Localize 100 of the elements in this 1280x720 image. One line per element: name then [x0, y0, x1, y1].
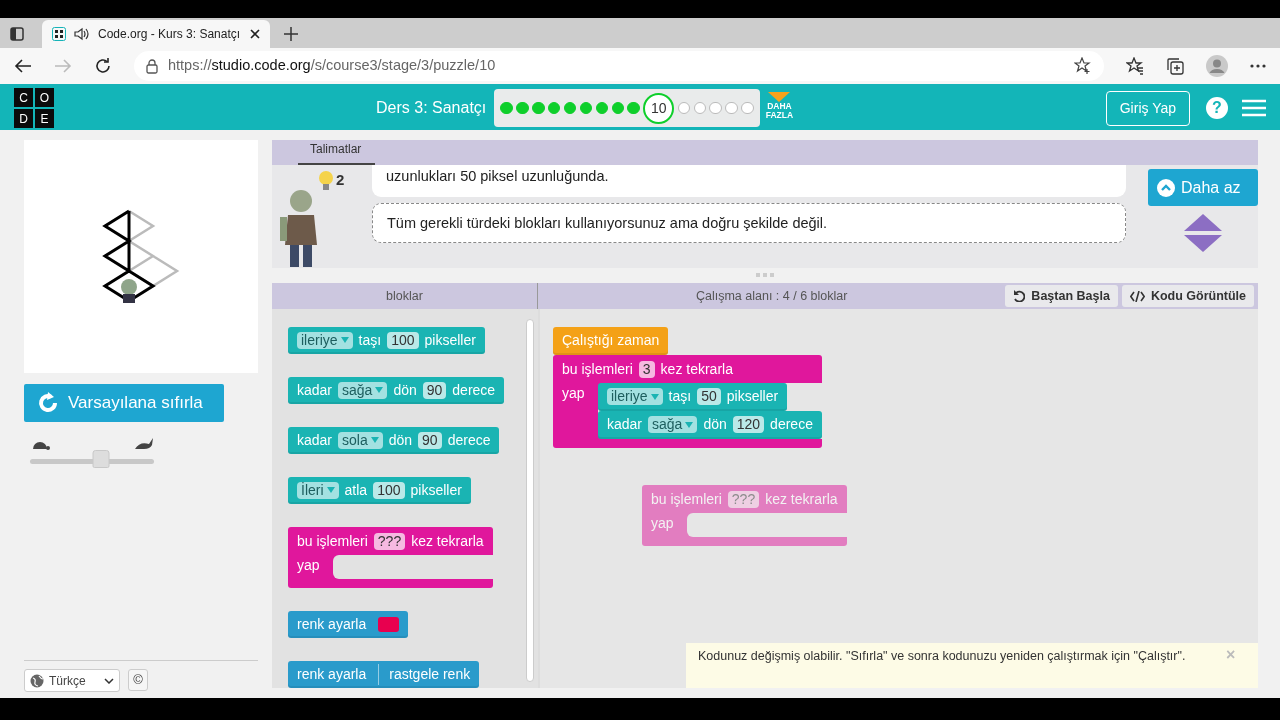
block-label: yap [650, 514, 675, 533]
code-block[interactable]: kadar sola dön 90 derece [288, 427, 500, 454]
speed-slider[interactable] [30, 450, 154, 470]
resize-handle-icon[interactable] [756, 273, 774, 278]
back-icon[interactable] [14, 58, 32, 74]
loop-block[interactable]: bu işlemleri 3 kez tekrarla yap ileriye taşı 50 pikseller kadar sağa dön 120 derece [553, 355, 822, 448]
reload-icon[interactable] [94, 57, 112, 75]
block-label: dön [393, 380, 417, 400]
logo-letter: D [14, 109, 33, 128]
favorites-icon[interactable] [1126, 57, 1144, 75]
scrollbar[interactable] [526, 319, 534, 682]
code-block[interactable]: kadar sağa dön 120 derece [598, 411, 822, 439]
close-icon[interactable] [250, 29, 260, 39]
code-icon [1129, 290, 1145, 302]
progress-dot[interactable] [595, 101, 609, 115]
number-field[interactable]: 50 [697, 388, 721, 405]
progress-dot[interactable] [579, 101, 593, 115]
code-block[interactable]: ileriye taşı 100 pikseller [288, 327, 485, 354]
url-text: https://studio.code.org/s/course3/stage/3/puzzle/10 [168, 56, 496, 76]
reset-icon [36, 391, 60, 415]
globe-icon [30, 673, 44, 688]
language-select[interactable]: Türkçe [24, 669, 120, 692]
tab-actions-icon[interactable] [8, 25, 26, 43]
number-field[interactable]: 100 [387, 331, 419, 349]
address-bar[interactable]: https://studio.code.org/s/course3/stage/3/puzzle/10 [134, 51, 1104, 81]
notice-text: Kodunuz değişmiş olabilir. "Sıfırla" ve sonra kodunuzu yeniden çalıştırmak için "Çalıştır". [698, 648, 1187, 665]
loop-block[interactable]: bu işlemleri ??? kez tekrarla yap [288, 527, 493, 588]
code-block[interactable]: kadar sağa dön 90 derece [288, 377, 505, 404]
speaker-icon [74, 27, 90, 41]
number-field[interactable]: 100 [373, 481, 405, 499]
color-swatch[interactable] [378, 616, 400, 632]
dropdown-arrow-icon [370, 437, 379, 443]
progress-dot[interactable] [500, 101, 513, 115]
more-icon[interactable] [1250, 64, 1266, 68]
forward-icon[interactable] [54, 58, 72, 74]
block-label: kez tekrarla [411, 532, 484, 551]
progress-dot[interactable] [611, 101, 624, 115]
block-label: kez tekrarla [765, 490, 838, 509]
progress-dot[interactable] [532, 101, 545, 115]
block-label: derece [447, 430, 491, 450]
code-block[interactable]: ileriye taşı 50 pikseller [598, 383, 788, 411]
dropdown-field[interactable]: İleri [297, 481, 339, 499]
progress-dot[interactable] [547, 101, 561, 115]
block-label: dön [703, 415, 727, 434]
start-over-button[interactable]: Baştan Başla [1005, 285, 1118, 307]
block-label: derece [770, 415, 813, 434]
block-label: yap [561, 384, 586, 403]
progress-dot[interactable] [693, 101, 707, 115]
code-block[interactable]: İleri atla 100 pikseller [288, 477, 471, 504]
collections-icon[interactable] [1166, 57, 1184, 75]
dropdown-field[interactable]: sağa [338, 381, 388, 399]
dropdown-field[interactable]: ileriye [297, 331, 353, 349]
progress-dot[interactable] [725, 101, 738, 115]
lock-icon [146, 58, 158, 74]
block-label: kez tekrarla [660, 360, 733, 379]
number-field[interactable]: 90 [418, 431, 442, 449]
block-label: pikseller [424, 330, 476, 350]
progress-dot[interactable] [677, 101, 691, 115]
chevron-icon [104, 677, 114, 684]
dropdown-arrow-icon [685, 421, 694, 428]
dropdown-field[interactable]: sağa [648, 416, 698, 433]
block-label: taşı [358, 330, 382, 350]
progress-dot[interactable] [516, 101, 529, 115]
new-tab-icon[interactable] [284, 27, 298, 41]
number-field[interactable]: 120 [732, 416, 765, 433]
browser-tab[interactable]: Code.org - Kurs 3: Sanatçı [42, 20, 270, 48]
progress-dot[interactable] [563, 101, 577, 115]
number-field[interactable]: 3 [638, 361, 655, 378]
scroll-arrows-icon[interactable] [1184, 214, 1222, 252]
dropdown-field[interactable]: sola [338, 431, 383, 449]
dropdown-arrow-icon [650, 393, 659, 400]
block-label: yap [296, 556, 321, 575]
profile-icon[interactable] [1206, 55, 1228, 77]
toolbox-title: bloklar [386, 287, 423, 305]
add-favorite-icon[interactable] [1074, 57, 1092, 75]
block-label: Çalıştığı zaman [562, 331, 660, 350]
tab-title: Code.org - Kurs 3: Sanatçı [98, 26, 242, 43]
undo-icon [1013, 290, 1026, 302]
show-code-button[interactable]: Kodu Görüntüle [1121, 285, 1254, 307]
dropdown-arrow-icon [375, 387, 384, 393]
copyright-button[interactable]: © [128, 669, 148, 691]
number-field[interactable]: ??? [373, 533, 406, 550]
logo-letter: O [35, 88, 54, 107]
caret-icon[interactable] [768, 92, 791, 102]
progress-dot[interactable] [741, 101, 754, 115]
instructions-tab[interactable]: Talimatlar [298, 140, 376, 165]
progress-dot[interactable] [627, 101, 640, 115]
logo-letter: C [14, 88, 33, 107]
block-label: renk ayarla [297, 664, 367, 684]
progress-dot[interactable]: 10 [643, 92, 675, 124]
chevron-up-icon [1157, 178, 1175, 197]
block-label: bu işlemleri [651, 490, 722, 509]
lightbulb-icon[interactable] [318, 169, 334, 192]
block-label: dön [388, 430, 413, 450]
dropdown-field[interactable]: ileriye [607, 388, 663, 405]
progress-dot[interactable] [709, 101, 722, 115]
slider-thumb[interactable] [92, 450, 110, 468]
hint-count: 2 [336, 170, 345, 190]
menu-icon[interactable] [1242, 99, 1266, 117]
number-field[interactable]: 90 [422, 381, 447, 399]
